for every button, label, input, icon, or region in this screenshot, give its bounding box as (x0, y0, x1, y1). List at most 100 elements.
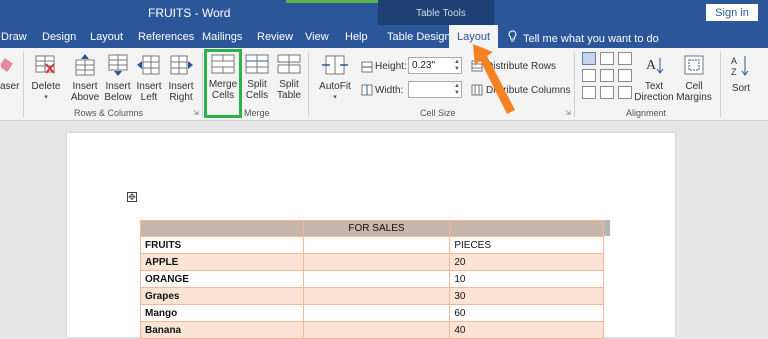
table-row: FRUITS PIECES (140, 236, 604, 254)
title-accent-strip (286, 0, 380, 3)
svg-text:Z: Z (731, 67, 737, 77)
insert-right-label-1: Insert (168, 81, 194, 92)
insert-below-label-2: Below (104, 92, 132, 103)
tell-me-text: Tell me what you want to do (523, 33, 659, 45)
cell-margins-icon (674, 54, 714, 79)
table-edge-marker (604, 220, 610, 236)
table-tools-label: Table Tools (416, 8, 466, 19)
insert-right-icon (166, 54, 196, 79)
align-middle-left-button[interactable] (582, 69, 596, 82)
split-table-button[interactable]: Split Table (274, 54, 304, 101)
height-spinner-icon[interactable]: ▲ ▼ (454, 59, 460, 73)
split-table-icon (274, 54, 304, 77)
align-top-right-button[interactable] (618, 52, 632, 65)
delete-button[interactable]: Delete ▾ (30, 54, 62, 103)
svg-text:A: A (646, 58, 657, 73)
chevron-down-icon: ▾ (44, 94, 48, 101)
chevron-down-icon: ▾ (333, 94, 337, 101)
tab-draw[interactable]: Draw (1, 31, 27, 43)
header-cell-title[interactable]: FOR SALES (302, 220, 451, 237)
table-cell[interactable] (302, 236, 451, 254)
group-divider (202, 52, 203, 117)
align-bottom-center-button[interactable] (600, 86, 614, 99)
height-label: Height: (375, 61, 407, 72)
eraser-icon (0, 56, 16, 79)
table-cell[interactable]: ORANGE (140, 270, 304, 288)
table-row: APPLE 20 (140, 253, 604, 271)
table-cell[interactable]: 10 (449, 270, 604, 288)
table-cell[interactable]: Banana (140, 321, 304, 339)
group-divider (23, 52, 24, 117)
align-bottom-right-button[interactable] (618, 86, 632, 99)
table-cell[interactable]: Mango (140, 304, 304, 322)
split-cells-button[interactable]: Split Cells (242, 54, 272, 101)
tab-layout-page[interactable]: Layout (90, 31, 123, 43)
align-middle-right-button[interactable] (618, 69, 632, 82)
table-cell[interactable] (302, 287, 451, 305)
eraser-button[interactable]: aser (0, 56, 20, 92)
column-width-icon (361, 83, 373, 101)
group-divider (308, 52, 309, 117)
tab-design[interactable]: Design (42, 31, 76, 43)
table-cell[interactable]: Grapes (140, 287, 304, 305)
table-row: Banana 40 (140, 321, 604, 339)
insert-below-button[interactable]: Insert Below (102, 54, 134, 103)
header-cell-right[interactable] (449, 220, 604, 237)
tab-mailings[interactable]: Mailings (202, 31, 242, 43)
align-middle-center-button[interactable] (600, 69, 614, 82)
insert-above-button[interactable]: Insert Above (68, 54, 102, 103)
autofit-icon (316, 54, 354, 79)
merge-group-label: Merge (244, 108, 270, 118)
tab-review[interactable]: Review (257, 31, 293, 43)
dialog-launcher-icon[interactable]: ⇲ (193, 109, 199, 117)
insert-left-icon (134, 54, 164, 79)
merge-cells-highlight (204, 49, 242, 118)
cell-margins-label-1: Cell (685, 81, 703, 92)
split-table-label-1: Split (279, 79, 299, 90)
table-cell[interactable]: PIECES (449, 236, 604, 254)
split-cells-label-1: Split (247, 79, 267, 90)
table-cell[interactable]: 30 (449, 287, 604, 305)
cell-size-group-label: Cell Size (420, 108, 456, 118)
cell-margins-button[interactable]: Cell Margins (674, 54, 714, 103)
table-cell[interactable]: 60 (449, 304, 604, 322)
tell-me-search[interactable]: Tell me what you want to do (508, 30, 659, 45)
group-divider (720, 52, 721, 117)
text-direction-button[interactable]: A Text Direction (634, 54, 674, 103)
text-direction-label-1: Text (644, 81, 664, 92)
header-cell-left[interactable] (140, 220, 304, 237)
table-row: ORANGE 10 (140, 270, 604, 288)
table-cell[interactable] (302, 270, 451, 288)
width-label: Width: (375, 85, 404, 96)
tab-view[interactable]: View (305, 31, 329, 43)
align-top-center-button[interactable] (600, 52, 614, 65)
dialog-launcher-icon[interactable]: ⇲ (565, 109, 571, 117)
align-top-left-button[interactable] (582, 52, 596, 65)
table-cell[interactable]: APPLE (140, 253, 304, 271)
table-move-handle-icon[interactable]: ✥ (127, 192, 137, 202)
tab-help[interactable]: Help (345, 31, 368, 43)
sort-button[interactable]: AZ Sort (726, 54, 756, 94)
table-cell[interactable] (302, 321, 451, 339)
tab-references[interactable]: References (138, 31, 194, 43)
insert-above-label-1: Insert (72, 81, 98, 92)
table-cell[interactable] (302, 253, 451, 271)
tab-table-design[interactable]: Table Design (387, 31, 451, 43)
insert-below-label-1: Insert (105, 81, 131, 92)
table-cell[interactable]: 40 (449, 321, 604, 339)
autofit-button[interactable]: AutoFit ▾ (316, 54, 354, 103)
autofit-label: AutoFit (319, 81, 351, 92)
insert-left-button[interactable]: Insert Left (134, 54, 164, 103)
align-bottom-left-button[interactable] (582, 86, 596, 99)
signin-button[interactable]: Sign in (706, 4, 758, 21)
insert-below-icon (102, 54, 134, 79)
table-cell[interactable]: FRUITS (140, 236, 304, 254)
insert-left-label-1: Insert (136, 81, 162, 92)
insert-right-button[interactable]: Insert Right (166, 54, 196, 103)
split-cells-icon (242, 54, 272, 77)
eraser-label: aser (0, 81, 20, 92)
table-cell[interactable]: 20 (449, 253, 604, 271)
rows-columns-group-label: Rows & Columns (74, 108, 144, 118)
width-spinner-icon[interactable]: ▲ ▼ (454, 83, 460, 97)
table-cell[interactable] (302, 304, 451, 322)
